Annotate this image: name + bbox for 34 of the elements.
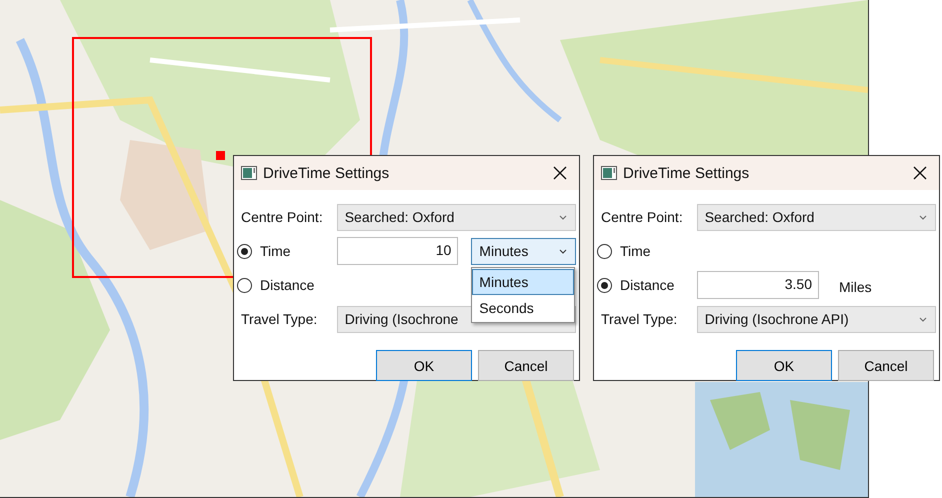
window-icon [241, 166, 257, 180]
field-label: Travel Type: [601, 311, 678, 327]
centre-point-dropdown[interactable]: Searched: Oxford [336, 204, 576, 230]
window-title: DriveTime Settings [263, 164, 390, 182]
radio-label: Distance [260, 277, 314, 293]
radio-button[interactable] [237, 244, 252, 258]
travel-type-dropdown[interactable]: Driving (Isochrone API) [696, 306, 936, 332]
dropdown-option[interactable]: Minutes [472, 268, 574, 294]
close-icon[interactable] [553, 166, 567, 180]
chevron-icon [559, 214, 567, 220]
window-icon [601, 166, 617, 180]
unit-label: Miles [839, 278, 872, 295]
radio-label: Time [620, 243, 651, 259]
chevron-icon [919, 316, 927, 322]
centre-point-dropdown[interactable]: Searched: Oxford [696, 204, 936, 230]
field-label: Centre Point: [601, 209, 684, 225]
radio-button[interactable] [597, 244, 612, 258]
number-field[interactable]: 10 [336, 237, 458, 265]
point-marker [216, 151, 225, 160]
number-field[interactable]: 3.50 [697, 271, 819, 299]
cancel-button[interactable]: Cancel [838, 350, 934, 381]
field-label: Centre Point: [241, 209, 324, 225]
radio-button[interactable] [237, 278, 252, 292]
radio-label: Time [260, 243, 291, 259]
window-title: DriveTime Settings [623, 164, 750, 182]
close-icon[interactable] [913, 166, 927, 180]
field-label: Travel Type: [241, 311, 318, 327]
radio-button[interactable] [597, 278, 612, 292]
chevron-icon [919, 214, 927, 220]
chevron-icon [559, 248, 567, 254]
cancel-button[interactable]: Cancel [478, 350, 574, 381]
ok-button[interactable]: OK [736, 350, 832, 381]
ok-button[interactable]: OK [376, 350, 472, 381]
radio-label: Distance [620, 277, 674, 293]
